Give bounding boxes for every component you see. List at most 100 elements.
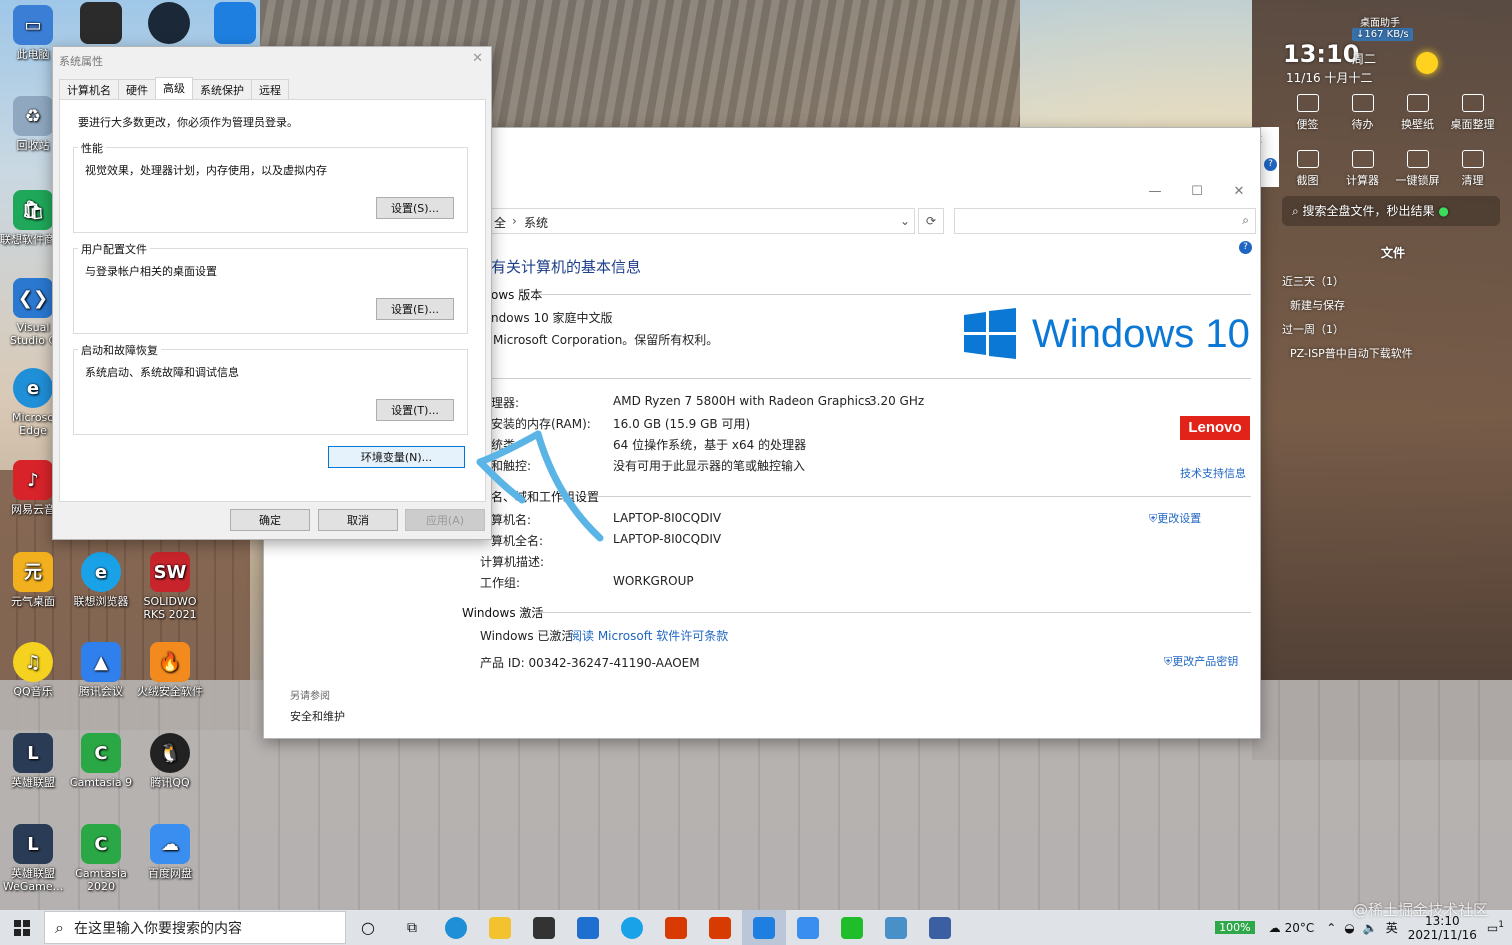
performance-group: 性能 视觉效果，处理器计划，内存使用，以及虚拟内存 设置(S)... (73, 140, 468, 233)
divider (591, 496, 1251, 497)
user-profiles-group: 用户配置文件 与登录帐户相关的桌面设置 设置(E)... (73, 241, 468, 334)
recent-three-days[interactable]: 近三天（1） (1282, 273, 1506, 289)
recent-one-week[interactable]: 过一周（1） (1282, 321, 1506, 337)
battery-badge[interactable]: 100% (1215, 921, 1255, 934)
taskbar-edge[interactable] (434, 910, 478, 945)
tab-system-protection[interactable]: 系统保护 (192, 79, 252, 100)
weather-temp[interactable]: 20°C (1285, 921, 1315, 935)
start-button[interactable] (0, 910, 44, 945)
pen-touch-value: 没有可用于此显示器的笔或触控输入 (613, 459, 806, 473)
qq-music-icon[interactable]: ♫ QQ音乐 (0, 642, 66, 698)
taskbar: ⌕ 在这里输入你要搜索的内容 ○ ⧉ 100% ☁ 20°C ⌃ ◒ 🔈 英 1… (0, 910, 1512, 945)
search-icon: ⌕ (55, 917, 64, 937)
startup-recovery-settings-button[interactable]: 设置(T)... (376, 399, 454, 421)
taskbar-search-input[interactable]: ⌕ 在这里输入你要搜索的内容 (44, 911, 346, 944)
widget-search-input[interactable]: ⌕ 搜索全盘文件，秒出结果 ● (1282, 196, 1500, 226)
baidu-netdisk-icon[interactable]: ☁ 百度网盘 (137, 824, 203, 880)
search-icon: ⌕ (1292, 204, 1303, 218)
camtasia-2020-icon[interactable]: C Camtasia 2020 (68, 824, 134, 893)
breadcrumb-system[interactable]: 系统 (524, 214, 548, 231)
wallpaper-shortcut[interactable]: 换壁纸 (1390, 94, 1445, 132)
tencent-qq-icon[interactable]: 🐧 腾讯QQ (137, 733, 203, 789)
chevron-up-icon[interactable]: ⌃ (1326, 921, 1336, 935)
cortana-button[interactable]: ○ (346, 910, 390, 945)
watermark: @稀土掘金技术社区 (1352, 901, 1488, 919)
lol-wegame-icon[interactable]: L 英雄联盟 WeGame... (0, 824, 66, 893)
notification-icon[interactable]: ▭1 (1487, 920, 1504, 935)
search-input[interactable]: ⌕ (954, 208, 1256, 234)
processor-value: AMD Ryzen 7 5800H with Radeon Graphics (613, 394, 871, 408)
performance-settings-button[interactable]: 设置(S)... (376, 197, 454, 219)
control-panel-icon (885, 916, 907, 939)
cleanup-shortcut[interactable]: 清理 (1445, 150, 1500, 188)
yuanqi-desktop-icon[interactable]: 元元气桌面 (0, 552, 66, 608)
lenovo-browser-icon[interactable]: e 联想浏览器 (68, 552, 134, 608)
calculator-icon (1351, 150, 1374, 168)
taskbar-lenovo-browser[interactable] (610, 910, 654, 945)
organize-shortcut[interactable]: 桌面整理 (1445, 94, 1500, 132)
breadcrumb[interactable]: 全 › 系统 ⌄ (491, 208, 915, 234)
desktop-assistant-widget: 桌面助手 ↓167 KB/s 13:10 周二 11/16 十月十二 便签 待办… (1268, 8, 1506, 908)
close-icon[interactable]: ✕ (472, 51, 483, 66)
breadcrumb-security[interactable]: 全 (494, 214, 506, 231)
tab-computer-name[interactable]: 计算机名 (59, 79, 119, 100)
help-icon[interactable]: ? (1239, 241, 1252, 254)
camtasia-9-icon[interactable]: C Camtasia 9 (68, 733, 134, 789)
tab-hardware[interactable]: 硬件 (118, 79, 156, 100)
calculator-shortcut[interactable]: 计算器 (1335, 150, 1390, 188)
taskbar-baidu[interactable] (786, 910, 830, 945)
cancel-button[interactable]: 取消 (318, 509, 398, 531)
todo-icon (1351, 94, 1374, 112)
taskbar-office[interactable] (654, 910, 698, 945)
performance-title: 性能 (78, 140, 106, 156)
breadcrumb-separator: › (512, 214, 517, 228)
taskbar-wps[interactable] (698, 910, 742, 945)
taskbar-explorer[interactable] (478, 910, 522, 945)
screenshot-shortcut[interactable]: 截图 (1280, 150, 1335, 188)
recent-file-item[interactable]: PZ-ISP普中自动下载软件 (1290, 345, 1506, 361)
tab-remote[interactable]: 远程 (251, 79, 289, 100)
windows-start-icon (14, 919, 30, 936)
top-icon-3[interactable] (214, 2, 256, 44)
change-settings-link[interactable]: ⛨更改设置 (1149, 510, 1201, 526)
huorong-icon[interactable]: 🔥 火绒安全软件 (137, 642, 203, 698)
support-info-link[interactable]: 技术支持信息 (1180, 465, 1246, 481)
dialog-title: 系统属性 (59, 55, 103, 68)
user-profiles-settings-button[interactable]: 设置(E)... (376, 298, 454, 320)
change-product-key-link[interactable]: ⛨更改产品密钥 (1164, 653, 1238, 669)
chevron-down-icon[interactable]: ⌄ (900, 214, 910, 228)
refresh-icon[interactable]: ⟳ (918, 208, 944, 234)
steam-icon[interactable] (148, 2, 190, 44)
task-view-icon: ⧉ (407, 919, 417, 936)
recent-file-item[interactable]: 新建与保存 (1290, 297, 1506, 313)
ime-indicator[interactable]: 英 (1386, 919, 1398, 936)
solidworks-icon[interactable]: SW SOLIDWO RKS 2021 (137, 552, 203, 621)
network-icon[interactable]: ◒ (1344, 921, 1354, 935)
volume-icon[interactable]: 🔈 (1363, 921, 1378, 935)
taskbar-mail[interactable] (566, 910, 610, 945)
notes-shortcut[interactable]: 便签 (1280, 94, 1335, 132)
environment-variables-button[interactable]: 环境变量(N)... (328, 446, 465, 468)
widget-shortcuts: 便签 待办 换壁纸 桌面整理 截图 计算器 一键锁屏 清理 (1280, 94, 1500, 188)
tab-advanced[interactable]: 高级 (155, 77, 193, 100)
tencent-meeting-icon[interactable]: ▲ 腾讯会议 (68, 642, 134, 698)
search-icon: ⌕ (1242, 213, 1249, 227)
security-maintenance-link[interactable]: 安全和维护 (290, 708, 345, 724)
taskbar-system[interactable] (918, 910, 962, 945)
taskbar-control-panel[interactable] (874, 910, 918, 945)
taskbar-wechat[interactable] (830, 910, 874, 945)
minimize-icon[interactable]: — (1134, 178, 1176, 206)
page-title: 有关计算机的基本信息 (491, 258, 642, 276)
speed-badge: ↓167 KB/s (1352, 28, 1413, 41)
todo-shortcut[interactable]: 待办 (1335, 94, 1390, 132)
taskbar-store[interactable] (522, 910, 566, 945)
maximize-icon[interactable]: ☐ (1176, 178, 1218, 206)
league-of-legends-icon[interactable]: L 英雄联盟 (0, 733, 66, 789)
task-view-button[interactable]: ⧉ (390, 910, 434, 945)
top-icon-1[interactable] (80, 2, 122, 44)
ok-button[interactable]: 确定 (230, 509, 310, 531)
close-icon[interactable]: ✕ (1218, 178, 1260, 206)
taskbar-active-app[interactable] (742, 910, 786, 945)
lock-shortcut[interactable]: 一键锁屏 (1390, 150, 1445, 188)
license-terms-link[interactable]: 阅读 Microsoft 软件许可条款 (570, 627, 728, 644)
